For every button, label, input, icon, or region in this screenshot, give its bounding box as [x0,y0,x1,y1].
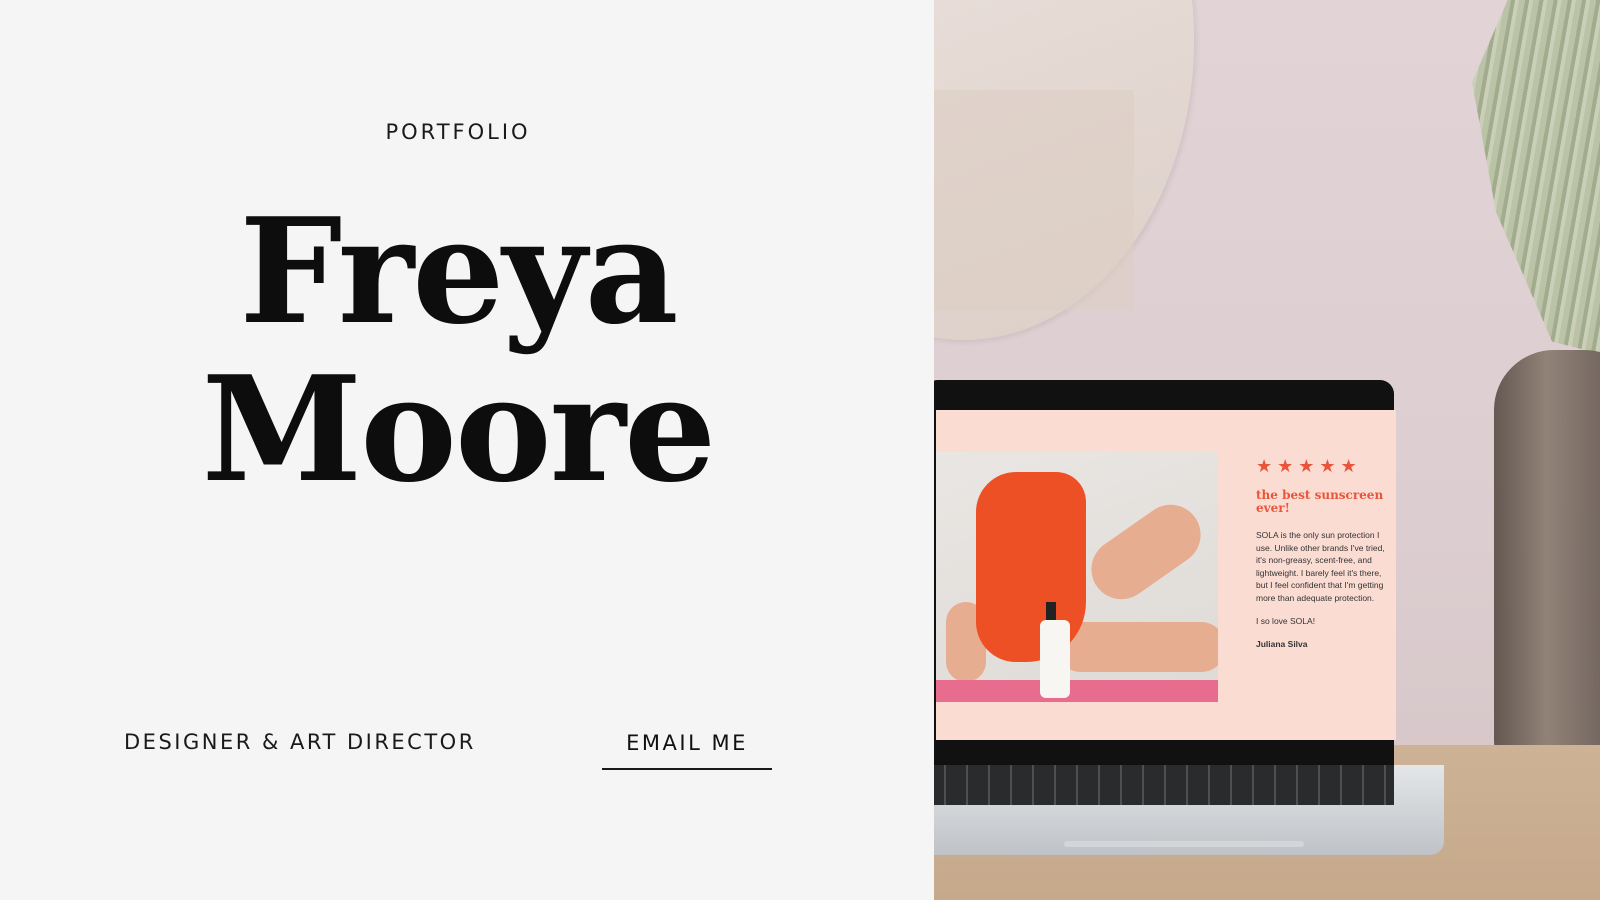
hero-panel: PORTFOLIO Freya Moore DESIGNER & ART DIR… [0,0,934,900]
towel [936,680,1218,702]
eyebrow-label: PORTFOLIO [385,120,531,144]
first-name-heading: Freya [239,187,678,357]
email-me-button[interactable]: EMAIL ME [602,718,772,770]
star-rating-icon: ★★★★★ [1256,456,1362,476]
laptop: ★★★★★ the best sunscreen ever! SOLA is t… [934,380,1396,770]
model-leg [1079,493,1213,611]
dried-palm-leaf [1472,0,1600,360]
role-label: DESIGNER & ART DIRECTOR [124,730,476,754]
laptop-screen: ★★★★★ the best sunscreen ever! SOLA is t… [936,410,1396,740]
last-name-heading: Moore [201,345,717,515]
mirror-reflection [934,90,1134,310]
review-love: I so love SOLA! [1256,616,1316,626]
screen-product-photo [936,452,1218,702]
portfolio-cover: PORTFOLIO Freya Moore DESIGNER & ART DIR… [0,0,1600,900]
review-title: the best sunscreen ever! [1256,488,1384,515]
mirror-shape [934,0,1194,340]
review-card: ★★★★★ the best sunscreen ever! SOLA is t… [1256,456,1386,649]
model-leg [1056,622,1218,672]
review-body: SOLA is the only sun protection I use. U… [1256,530,1385,603]
trackpad-edge [1064,841,1304,847]
vase [1494,350,1600,780]
review-author: Juliana Silva [1256,639,1308,649]
keyboard [934,765,1394,805]
sunscreen-bottle [1040,620,1070,698]
hero-photo: ★★★★★ the best sunscreen ever! SOLA is t… [934,0,1600,900]
laptop-base [934,765,1444,855]
